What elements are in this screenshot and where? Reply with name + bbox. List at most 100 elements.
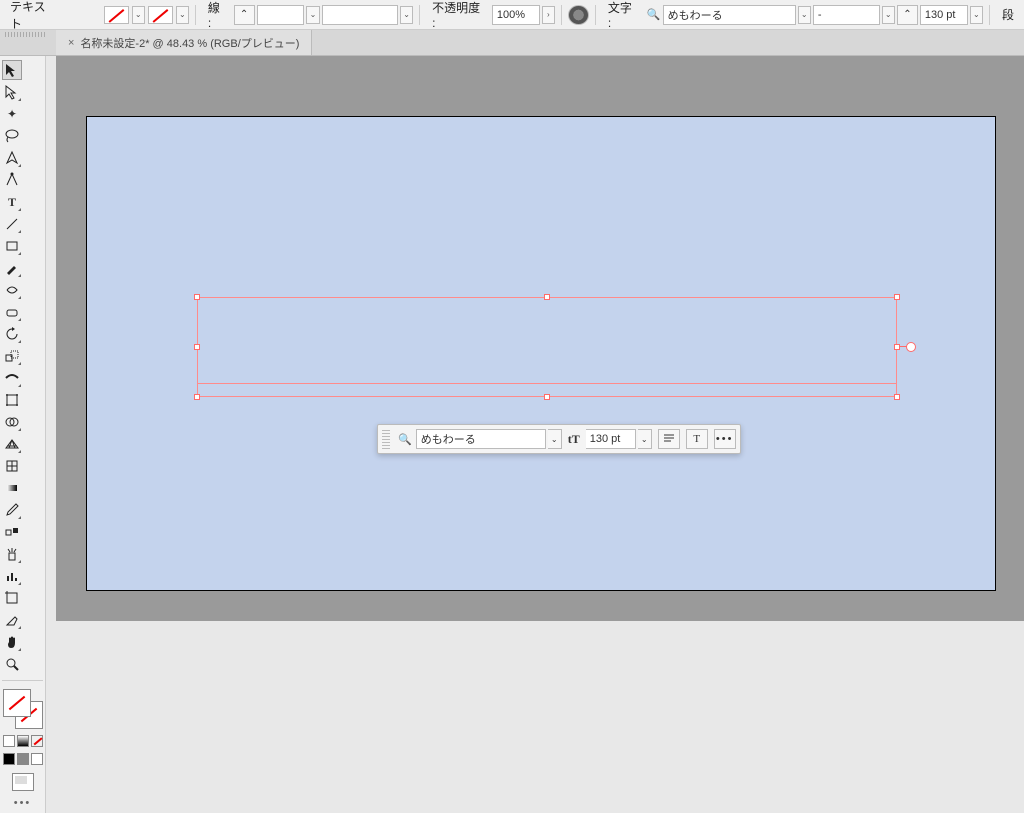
lasso-tool[interactable] [2, 126, 22, 146]
thread-out-port[interactable] [906, 342, 916, 352]
direct-selection-tool[interactable] [2, 82, 22, 102]
mesh-tool[interactable] [2, 456, 22, 476]
line-tool[interactable] [2, 214, 22, 234]
stroke-swatch[interactable] [148, 6, 173, 24]
tool-context-label: テキスト [4, 0, 61, 32]
handle-bottom-left[interactable] [194, 394, 200, 400]
toolbar-grip[interactable] [382, 429, 390, 449]
screen-mode-icon[interactable] [12, 773, 34, 791]
font-size-value: 130 pt [925, 9, 956, 21]
magic-wand-tool[interactable]: ✦ [2, 104, 22, 124]
gradient-tool[interactable] [2, 478, 22, 498]
slice-tool[interactable] [2, 610, 22, 630]
eyedropper-tool[interactable] [2, 500, 22, 520]
font-size-dropdown[interactable]: ⌄ [970, 6, 983, 24]
pen-tool[interactable] [2, 148, 22, 168]
area-type-options-icon[interactable]: T [686, 429, 708, 449]
hand-tool[interactable] [2, 632, 22, 652]
column-graph-tool[interactable] [2, 566, 22, 586]
float-font-size-dropdown[interactable]: ⌄ [638, 429, 652, 449]
artboard-tool[interactable] [2, 588, 22, 608]
stroke-profile-field[interactable] [322, 5, 398, 25]
stroke-weight-dropdown[interactable]: ⌄ [306, 6, 319, 24]
more-glyph: ••• [716, 433, 734, 445]
font-size-field[interactable]: 130 pt [920, 5, 968, 25]
handle-top-right[interactable] [894, 294, 900, 300]
eraser-tool[interactable] [2, 302, 22, 322]
opacity-label: 不透明度 : [426, 0, 490, 30]
opacity-dropdown[interactable]: › [542, 6, 555, 24]
recolor-icon[interactable] [568, 5, 589, 25]
handle-bottom-right[interactable] [894, 394, 900, 400]
float-font-size-field[interactable]: 130 pt [586, 429, 636, 449]
color-mode-none[interactable] [31, 735, 43, 747]
fill-color-swatch[interactable] [3, 689, 31, 717]
perspective-grid-tool[interactable] [2, 434, 22, 454]
draw-mode-behind[interactable] [17, 753, 29, 765]
text-baseline-guide [198, 383, 896, 384]
stroke-weight-stepper[interactable]: ⌃ [234, 5, 255, 25]
color-mode-solid[interactable] [3, 735, 15, 747]
scale-tool[interactable] [2, 346, 22, 366]
artboard[interactable]: 🔍 めもわーる ⌄ tT 130 pt ⌄ T ••• [86, 116, 996, 591]
selection-tool[interactable] [2, 60, 22, 80]
free-transform-tool[interactable] [2, 390, 22, 410]
document-tab-title: 名称未設定-2* @ 48.43 % (RGB/プレビュー) [80, 35, 299, 51]
stroke-label: 線 : [202, 0, 232, 30]
search-icon: 🔍 [645, 8, 661, 21]
width-tool[interactable] [2, 368, 22, 388]
font-size-stepper[interactable]: ⌃ [897, 5, 918, 25]
handle-top-left[interactable] [194, 294, 200, 300]
stroke-profile-dropdown[interactable]: ⌄ [400, 6, 413, 24]
curvature-tool[interactable] [2, 170, 22, 190]
document-tab[interactable]: × 名称未設定-2* @ 48.43 % (RGB/プレビュー) [56, 30, 312, 55]
font-size-icon: tT [564, 432, 584, 447]
font-family-value: めもわーる [668, 7, 723, 23]
more-options-icon[interactable]: ••• [714, 429, 736, 449]
paragraph-label: 段 [996, 6, 1020, 23]
float-font-size-value: 130 pt [590, 433, 621, 445]
font-style-dropdown[interactable]: ⌄ [882, 6, 895, 24]
canvas-area[interactable]: 🔍 めもわーる ⌄ tT 130 pt ⌄ T ••• [56, 56, 1024, 621]
fill-swatch[interactable] [104, 6, 129, 24]
stroke-dropdown[interactable]: ⌄ [176, 6, 189, 24]
search-icon: 🔍 [396, 433, 414, 446]
zoom-tool[interactable] [2, 654, 22, 674]
fill-dropdown[interactable]: ⌄ [132, 6, 145, 24]
symbol-sprayer-tool[interactable] [2, 544, 22, 564]
paintbrush-tool[interactable] [2, 258, 22, 278]
color-mode-gradient[interactable] [17, 735, 29, 747]
toolbox-overflow[interactable]: ••• [2, 797, 43, 809]
font-style-field[interactable]: - [813, 5, 880, 25]
toolbox: ✦ T ••• [0, 56, 46, 813]
blend-tool[interactable] [2, 522, 22, 542]
character-label: 文字 : [602, 0, 643, 30]
type-tool[interactable]: T [2, 192, 22, 212]
opacity-value: 100% [497, 9, 525, 21]
handle-bottom-mid[interactable] [544, 394, 550, 400]
font-family-dropdown[interactable]: ⌄ [798, 6, 811, 24]
draw-mode-inside[interactable] [31, 753, 43, 765]
handle-top-mid[interactable] [544, 294, 550, 300]
paragraph-align-icon[interactable] [658, 429, 680, 449]
fill-stroke-swatch[interactable] [3, 689, 43, 729]
dock-grip[interactable] [5, 32, 47, 37]
font-family-field[interactable]: めもわーる [663, 5, 796, 25]
float-font-family-value: めもわーる [421, 431, 476, 447]
contextual-text-toolbar[interactable]: 🔍 めもわーる ⌄ tT 130 pt ⌄ T ••• [377, 424, 741, 454]
handle-mid-left[interactable] [194, 344, 200, 350]
opacity-field[interactable]: 100% [492, 5, 540, 25]
draw-mode-normal[interactable] [3, 753, 15, 765]
float-font-family-field[interactable]: めもわーる [416, 429, 546, 449]
stroke-weight-field[interactable] [257, 5, 305, 25]
handle-mid-right[interactable] [894, 344, 900, 350]
rotate-tool[interactable] [2, 324, 22, 344]
text-frame-selection[interactable] [197, 297, 897, 397]
close-tab-icon[interactable]: × [68, 37, 74, 49]
font-style-value: - [818, 9, 822, 21]
shaper-tool[interactable] [2, 280, 22, 300]
shape-builder-tool[interactable] [2, 412, 22, 432]
rectangle-tool[interactable] [2, 236, 22, 256]
options-bar: テキスト ⌄ ⌄ 線 : ⌃ ⌄ ⌄ 不透明度 : 100% › 文字 : 🔍 … [0, 0, 1024, 30]
float-font-family-dropdown[interactable]: ⌄ [548, 429, 562, 449]
